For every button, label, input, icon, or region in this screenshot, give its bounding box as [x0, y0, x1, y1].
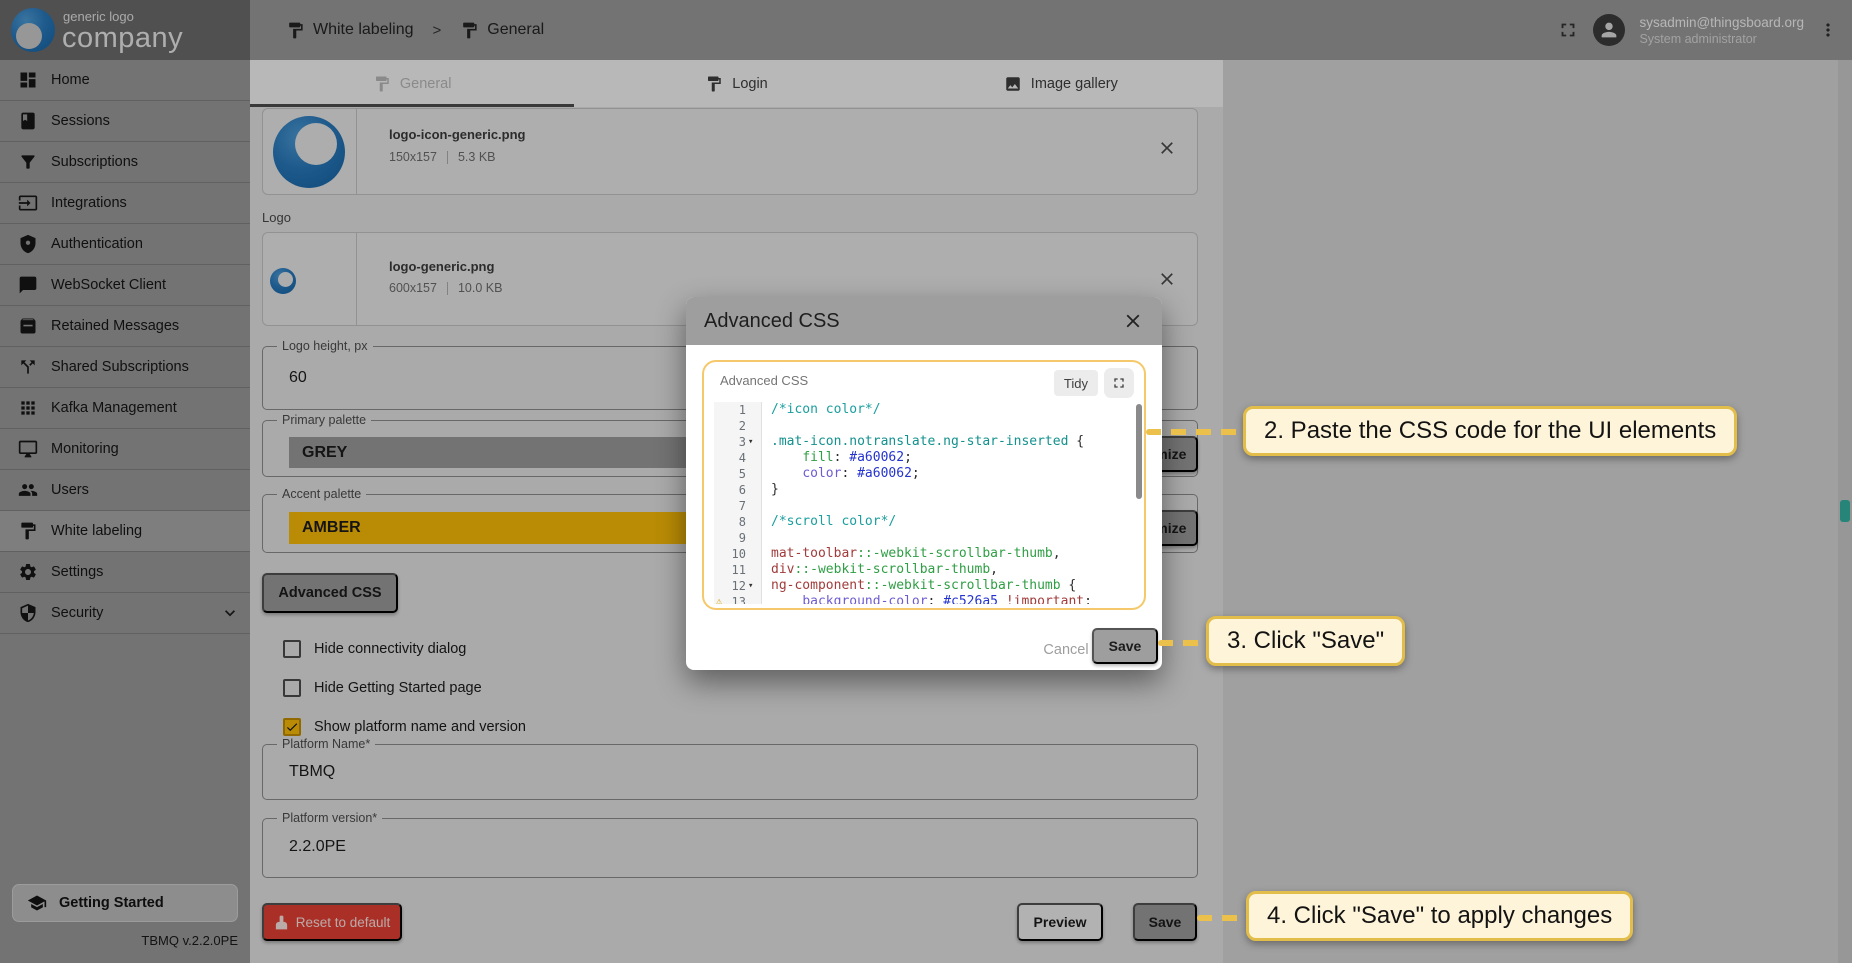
line-gutter: 8	[714, 514, 762, 530]
fold-icon[interactable]: ▾	[748, 578, 757, 594]
code-line[interactable]: 2	[714, 418, 1132, 434]
line-number: 5	[739, 466, 746, 482]
line-gutter: ⚠ 13	[714, 594, 762, 604]
code-text: }	[762, 482, 779, 498]
line-gutter: 10	[714, 546, 762, 562]
code-line[interactable]: 4 fill: #a60062;	[714, 450, 1132, 466]
code-text	[762, 498, 771, 514]
tidy-button[interactable]: Tidy	[1054, 370, 1098, 396]
line-gutter: 7	[714, 498, 762, 514]
code-line[interactable]: 6}	[714, 482, 1132, 498]
editor-label: Advanced CSS	[720, 373, 808, 388]
editor-fullscreen-button[interactable]	[1104, 368, 1134, 398]
callout-3-connector	[1158, 640, 1206, 646]
code-text: /*icon color*/	[762, 402, 881, 418]
callout-4-connector	[1197, 915, 1246, 921]
code-text: mat-toolbar::-webkit-scrollbar-thumb,	[762, 546, 1061, 562]
line-number: 1	[739, 402, 746, 418]
code-text: fill: #a60062;	[762, 450, 912, 466]
code-line[interactable]: 1 /*icon color*/	[714, 402, 1132, 418]
line-gutter: 1	[714, 402, 762, 418]
line-number: 6	[739, 482, 746, 498]
dialog-save-button[interactable]: Save	[1092, 628, 1158, 664]
code-text: background-color: #c526a5 !important;	[762, 594, 1092, 604]
line-gutter: 2	[714, 418, 762, 434]
code-line[interactable]: 8 /*scroll color*/	[714, 514, 1132, 530]
advanced-css-dialog: Advanced CSS Advanced CSS Tidy 1 /*icon c…	[686, 297, 1162, 670]
code-text: div::-webkit-scrollbar-thumb,	[762, 562, 998, 578]
code-text: ng-component::-webkit-scrollbar-thumb {	[762, 578, 1076, 594]
code-line[interactable]: 5 color: #a60062;	[714, 466, 1132, 482]
line-gutter: 12▾	[714, 578, 762, 594]
callout-step-2: 2. Paste the CSS code for the UI element…	[1243, 406, 1737, 456]
line-number: 8	[739, 514, 746, 530]
callout-2-connector	[1146, 429, 1243, 435]
line-number: 9	[739, 530, 746, 546]
css-code-editor[interactable]: 1/*icon color*/23▾.mat-icon.notranslate.…	[714, 402, 1132, 604]
code-text: /*scroll color*/	[762, 514, 896, 530]
fold-icon[interactable]: ▾	[748, 434, 757, 450]
line-number: 7	[739, 498, 746, 514]
code-text	[762, 418, 771, 434]
line-number: 13	[732, 594, 746, 604]
line-gutter: 9	[714, 530, 762, 546]
close-icon[interactable]	[1122, 310, 1144, 332]
fullscreen-icon	[1111, 375, 1127, 391]
code-line[interactable]: ⚠ 13 background-color: #c526a5 !important…	[714, 594, 1132, 604]
code-line[interactable]: 9	[714, 530, 1132, 546]
warning-icon: ⚠	[714, 594, 722, 604]
line-gutter: 3▾	[714, 434, 762, 450]
callout-step-4: 4. Click "Save" to apply changes	[1246, 891, 1633, 941]
code-line[interactable]: 11 div::-webkit-scrollbar-thumb,	[714, 562, 1132, 578]
callout-step-3: 3. Click "Save"	[1206, 616, 1405, 666]
line-gutter: 6	[714, 482, 762, 498]
line-number: 11	[732, 562, 746, 578]
line-number: 12	[732, 578, 746, 594]
css-editor-panel: Advanced CSS Tidy 1/*icon color*/23▾.mat…	[702, 360, 1146, 610]
line-gutter: 4	[714, 450, 762, 466]
code-text: color: #a60062;	[762, 466, 920, 482]
code-line[interactable]: 12▾ng-component::-webkit-scrollbar-thumb…	[714, 578, 1132, 594]
line-number: 10	[732, 546, 746, 562]
line-gutter: 11	[714, 562, 762, 578]
code-text	[762, 530, 771, 546]
dialog-header: Advanced CSS	[686, 297, 1162, 345]
line-number: 2	[739, 418, 746, 434]
code-line[interactable]: 3▾.mat-icon.notranslate.ng-star-inserted…	[714, 434, 1132, 450]
line-number: 4	[739, 450, 746, 466]
code-line[interactable]: 7	[714, 498, 1132, 514]
editor-scrollbar-thumb[interactable]	[1136, 404, 1142, 499]
code-line[interactable]: 10 mat-toolbar::-webkit-scrollbar-thumb,	[714, 546, 1132, 562]
dialog-title: Advanced CSS	[704, 310, 1122, 333]
line-gutter: 5	[714, 466, 762, 482]
line-number: 3	[739, 434, 746, 450]
code-text: .mat-icon.notranslate.ng-star-inserted {	[762, 434, 1084, 450]
dialog-cancel-button[interactable]: Cancel	[1033, 636, 1099, 664]
